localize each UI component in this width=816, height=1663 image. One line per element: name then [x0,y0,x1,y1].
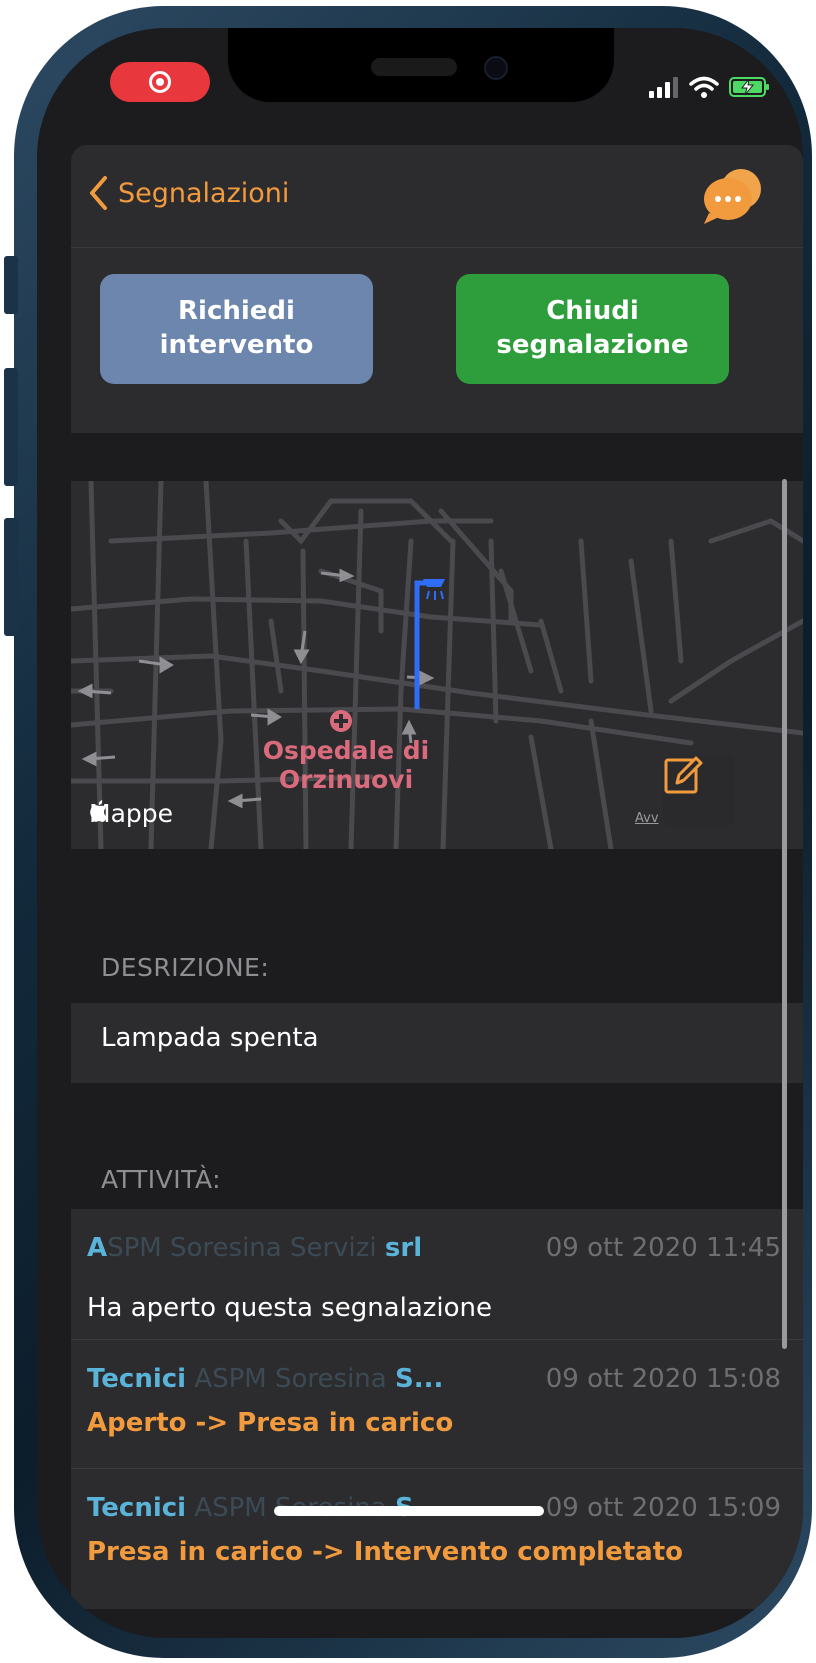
activity-author: ASPM Soresina Servizi srl [87,1233,423,1263]
status-bar [37,28,803,156]
map-view[interactable]: Ospedale di Orzinuovi Mappe Avv [71,481,803,849]
map-poi-label: Ospedale di Orzinuovi [262,736,430,794]
activity-item[interactable]: Tecnici ASPM Soresina S... 09 ott 2020 1… [71,1340,803,1469]
legal-link[interactable]: Avv [635,811,659,826]
back-button[interactable]: Segnalazioni [88,175,289,211]
activity-text: Ha aperto questa segnalazione [87,1293,493,1323]
chat-button[interactable] [701,167,767,225]
close-report-label: Chiudi segnalazione [496,296,689,360]
edit-note-icon [664,756,703,794]
activity-time: 09 ott 2020 11:45 [545,1233,781,1263]
screen-record-icon[interactable] [110,62,210,102]
home-indicator[interactable] [274,1506,544,1516]
request-intervention-label: Richiedi intervento [159,296,314,360]
battery-charging-icon [729,77,769,97]
activity-item[interactable]: ASPM Soresina Servizi srl 09 ott 2020 11… [71,1209,803,1340]
cellular-signal-icon [649,77,678,98]
request-intervention-button[interactable]: Richiedi intervento [100,274,373,384]
volume-up-button [4,368,18,486]
activity-time: 09 ott 2020 15:08 [545,1364,781,1394]
hospital-pin-icon [330,710,352,732]
activity-author: Tecnici ASPM Soresina S... [87,1364,444,1394]
chat-bubbles-icon [704,169,761,224]
front-camera [484,56,508,80]
screen: Segnalazioni Richiedi intervento Chiudi … [37,28,803,1638]
back-label: Segnalazioni [118,177,290,209]
mute-switch [4,256,18,314]
apple-logo-icon [90,800,107,822]
action-buttons-area: Richiedi intervento Chiudi segnalazione [71,248,803,433]
navigation-bar: Segnalazioni [71,145,803,248]
activity-header: ATTIVITÀ: [101,1165,222,1194]
scroll-indicator[interactable] [782,479,787,1349]
activity-status-change: Aperto -> Presa in carico [87,1408,454,1438]
description-header: DESRIZIONE: [101,953,270,982]
notch [228,28,614,102]
speaker [371,58,457,76]
wifi-icon [689,76,719,98]
edit-location-button[interactable] [663,755,735,827]
close-report-button[interactable]: Chiudi segnalazione [456,274,729,384]
chevron-left-icon [90,176,107,210]
report-detail-sheet: Segnalazioni Richiedi intervento Chiudi … [71,145,803,1638]
status-icons [649,76,771,98]
volume-down-button [4,518,18,636]
activity-time: 09 ott 2020 15:09 [545,1493,781,1523]
activity-status-change: Presa in carico -> Intervento completato [87,1537,683,1567]
maps-credit: Mappe [89,799,173,828]
activity-item[interactable]: Tecnici ASPM Soresina S... 09 ott 2020 1… [71,1469,803,1609]
description-text: Lampada spenta [101,1023,319,1053]
description-cell: Lampada spenta [71,1003,803,1083]
